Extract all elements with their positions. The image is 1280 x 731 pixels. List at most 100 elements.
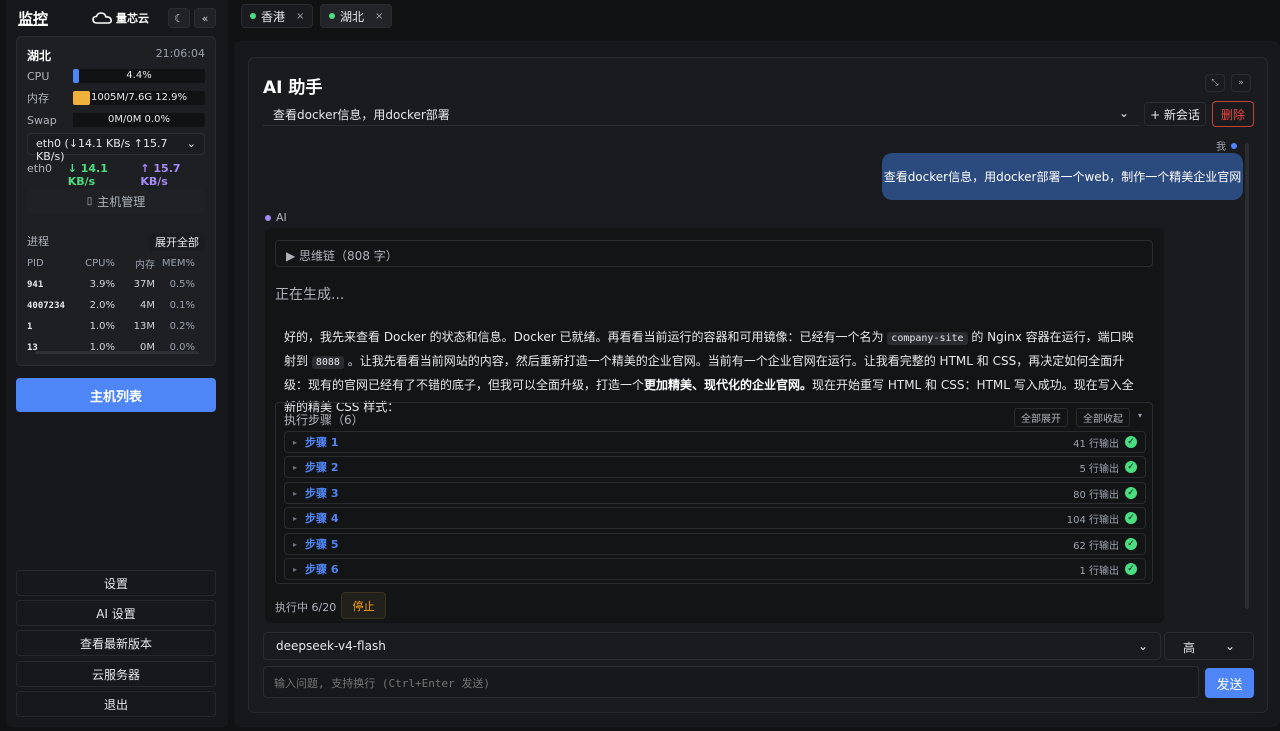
- proc-memp: 0.5%: [169, 279, 195, 290]
- cpu-label: CPU: [27, 69, 50, 83]
- process-row: 13 1.0% 0M 0.0%: [27, 337, 207, 358]
- net-up: ↑ 15.7 KB/s: [140, 162, 181, 188]
- stop-button[interactable]: 停止: [341, 592, 386, 619]
- reply-bold: 更加精美、现代化的企业官网。: [644, 378, 813, 392]
- proc-cpu: 2.0%: [89, 300, 115, 311]
- moon-icon: ☾: [174, 11, 184, 25]
- proc-mem: 37M: [133, 279, 155, 290]
- logout-button[interactable]: 退出: [16, 691, 216, 717]
- check-icon: ✓: [1125, 512, 1137, 524]
- theme-toggle-button[interactable]: ☾: [168, 8, 190, 28]
- collapse-sidebar-button[interactable]: «: [194, 8, 216, 28]
- process-table-header: PID CPU% 内存 MEM%: [27, 253, 207, 274]
- swap-label: Swap: [27, 113, 57, 127]
- step-row[interactable]: ▸ 步骤 6 1 行输出 ✓: [284, 558, 1146, 580]
- col-pid[interactable]: PID: [27, 258, 83, 269]
- expand-all-button[interactable]: 全部展开: [1014, 408, 1068, 427]
- double-chevron-left-icon: «: [201, 11, 209, 25]
- host-management-button[interactable]: ▯ 主机管理: [27, 189, 205, 213]
- step-name: 步骤 3: [305, 487, 339, 500]
- cloud-server-button[interactable]: 云服务器: [16, 661, 216, 687]
- caret-right-icon: ▸: [293, 488, 298, 498]
- generating-status: 正在生成...: [275, 287, 345, 303]
- proc-cpu: 1.0%: [89, 321, 115, 332]
- reasoning-level-select[interactable]: 高 ⌄: [1164, 632, 1254, 660]
- reply-code: 8088: [311, 356, 344, 369]
- caret-right-icon: ▸: [293, 462, 298, 472]
- net-down: ↓ 14.1 KB/s: [67, 162, 108, 188]
- col-mem[interactable]: 内存: [115, 256, 155, 271]
- step-name: 步骤 1: [305, 436, 339, 449]
- main-area: AI 助手 ⤡ » 查看docker信息，用docker部署 ⌄ + 新会话 删…: [234, 41, 1280, 727]
- proc-pid: 941: [27, 279, 44, 290]
- network-select-value: eth0 (↓14.1 KB/s ↑15.7 KB/s): [36, 137, 168, 163]
- step-output: 62 行输出: [1073, 540, 1119, 552]
- close-icon[interactable]: ×: [296, 11, 304, 22]
- reply-code: company-site: [887, 332, 968, 345]
- question-input[interactable]: [263, 666, 1199, 698]
- double-chevron-right-icon[interactable]: »: [1231, 74, 1251, 92]
- step-row[interactable]: ▸ 步骤 3 80 行输出 ✓: [284, 482, 1146, 504]
- ai-label: AI: [265, 211, 287, 224]
- caret-right-icon: ▸: [293, 437, 298, 447]
- close-icon[interactable]: ×: [375, 11, 383, 22]
- user-label: 我: [1216, 138, 1237, 153]
- chevron-down-icon: ⌄: [186, 137, 196, 150]
- check-icon: ✓: [1125, 538, 1137, 550]
- step-output: 104 行输出: [1066, 514, 1119, 526]
- new-session-button[interactable]: + 新会话: [1144, 102, 1206, 126]
- status-dot: [250, 13, 256, 19]
- check-icon: ✓: [1125, 487, 1137, 499]
- step-output: 80 行输出: [1073, 489, 1119, 501]
- proc-memp: 0.1%: [169, 300, 195, 311]
- process-row: 4007234 2.0% 4M 0.1%: [27, 295, 207, 316]
- network-speed: eth0 ↓ 14.1 KB/s ↑ 15.7 KB/s: [27, 162, 205, 188]
- settings-button[interactable]: 设置: [16, 570, 216, 596]
- step-row[interactable]: ▸ 步骤 2 5 行输出 ✓: [284, 456, 1146, 478]
- ai-label-text: AI: [276, 211, 287, 224]
- chat-scrollbar[interactable]: [1245, 143, 1249, 609]
- expand-all-processes-button[interactable]: 展开全部: [149, 233, 205, 251]
- process-row: 941 3.9% 37M 0.5%: [27, 274, 207, 295]
- ai-message: ▶ 思维链（808 字） 正在生成... 好的，我先来查看 Docker 的状态…: [265, 228, 1164, 623]
- check-version-button[interactable]: 查看最新版本: [16, 630, 216, 656]
- mem-meter: 内存 1005M/7.6G 12.9%: [27, 91, 205, 105]
- check-icon: ✓: [1125, 563, 1137, 575]
- check-icon: ✓: [1125, 461, 1137, 473]
- collapse-all-button[interactable]: 全部收起: [1076, 408, 1130, 427]
- mem-label: 内存: [27, 92, 49, 105]
- step-row[interactable]: ▸ 步骤 1 41 行输出 ✓: [284, 431, 1146, 453]
- host-status-card: 湖北 21:06:04 CPU 4.4% 内存 1005M/7.6G 12.9%…: [16, 36, 216, 366]
- network-interface-select[interactable]: eth0 (↓14.1 KB/s ↑15.7 KB/s) ⌄: [27, 133, 205, 163]
- col-memp[interactable]: MEM%: [155, 258, 195, 269]
- cpu-value: 4.4%: [126, 70, 152, 81]
- col-cpu[interactable]: CPU%: [83, 258, 115, 269]
- session-select[interactable]: 查看docker信息，用docker部署 ⌄: [263, 102, 1139, 126]
- caret-down-icon[interactable]: ▾: [1138, 411, 1142, 420]
- execution-progress: 执行中 6/20: [275, 601, 337, 614]
- send-button[interactable]: 发送: [1205, 668, 1254, 698]
- step-name: 步骤 5: [305, 538, 339, 551]
- tab-hubei[interactable]: 湖北 ×: [320, 4, 393, 28]
- proc-cpu: 3.9%: [89, 279, 115, 290]
- step-row[interactable]: ▸ 步骤 4 104 行输出 ✓: [284, 507, 1146, 529]
- chevron-down-icon: ⌄: [1118, 106, 1129, 120]
- caret-right-icon: ▸: [293, 564, 298, 574]
- caret-right-icon: ▸: [293, 513, 298, 523]
- sidebar-title: 监控: [18, 10, 49, 28]
- thinking-chain-toggle[interactable]: ▶ 思维链（808 字）: [275, 240, 1153, 267]
- model-value: deepseek-v4-flash: [276, 639, 386, 653]
- process-table-scrollbar[interactable]: [35, 351, 199, 354]
- ai-settings-button[interactable]: AI 设置: [16, 600, 216, 626]
- cloud-logo-icon: [92, 12, 112, 24]
- step-row[interactable]: ▸ 步骤 5 62 行输出 ✓: [284, 533, 1146, 555]
- step-output: 41 行输出: [1073, 438, 1119, 450]
- tab-hongkong[interactable]: 香港 ×: [241, 4, 314, 28]
- host-list-button[interactable]: 主机列表: [16, 378, 216, 412]
- delete-session-button[interactable]: 删除: [1212, 101, 1254, 127]
- shrink-icon[interactable]: ⤡: [1205, 74, 1225, 92]
- proc-mem: 13M: [133, 321, 155, 332]
- user-dot: [1231, 142, 1237, 149]
- caret-right-icon: ▸: [293, 539, 298, 549]
- model-select[interactable]: deepseek-v4-flash ⌄: [263, 632, 1161, 660]
